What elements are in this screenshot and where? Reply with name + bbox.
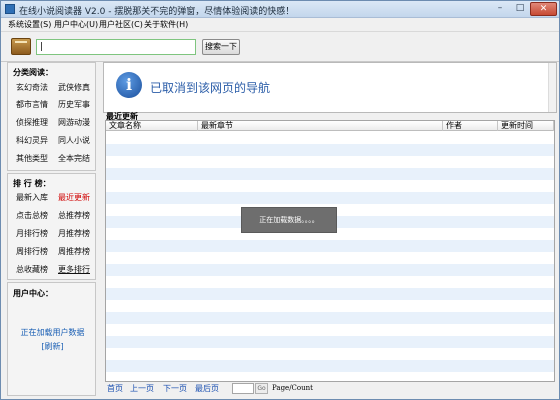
user-center-panel: 用户中心： 正在加载用户数据 [刷新] [7, 282, 96, 396]
ranking-link[interactable]: 月排行榜 [16, 228, 48, 239]
sidebar: 分类阅读： 玄幻奇法 武侠修真 都市言情 历史军事 侦探推理 网游动漫 科幻灵异… [7, 62, 96, 396]
table-row[interactable] [106, 288, 554, 300]
table-row[interactable] [106, 180, 554, 192]
table-row[interactable] [106, 156, 554, 168]
browser-panel: i 已取消到该网页的导航 [103, 62, 557, 113]
column-header-updated[interactable]: 更新时间 [498, 121, 554, 131]
category-title: 分类阅读： [13, 68, 53, 77]
ranking-link[interactable]: 周排行榜 [16, 246, 48, 257]
pagination: 首页 上一页 下一页 最后页 Go Page/Count [103, 383, 557, 396]
category-panel: 分类阅读： 玄幻奇法 武侠修真 都市言情 历史军事 侦探推理 网游动漫 科幻灵异… [7, 62, 96, 171]
page-count-label: Page/Count [272, 384, 313, 392]
title-bar: 在线小说阅读器 V2.0 - 摆脱那关不完的弹窗，尽情体验阅读的快感！ – □ … [1, 1, 559, 18]
close-button[interactable]: ✕ [530, 2, 557, 16]
prev-page-link[interactable]: 上一页 [130, 383, 154, 394]
menu-about[interactable]: 关于软件(H) [144, 19, 188, 30]
menu-user-center[interactable]: 用户中心(U) [54, 19, 98, 30]
column-header-author[interactable]: 作者 [443, 121, 498, 131]
menu-system-settings[interactable]: 系统设置(S) [8, 19, 51, 30]
loading-overlay: 正在加载数据。。。。 [241, 207, 337, 233]
table-row[interactable] [106, 264, 554, 276]
book-icon [11, 38, 31, 55]
table-row[interactable] [106, 348, 554, 360]
window-title: 在线小说阅读器 V2.0 - 摆脱那关不完的弹窗，尽情体验阅读的快感！ [19, 7, 295, 17]
table-row[interactable] [106, 132, 554, 144]
ranking-link[interactable]: 月推荐榜 [58, 228, 90, 239]
ranking-link[interactable]: 周推荐榜 [58, 246, 90, 257]
table-row[interactable] [106, 360, 554, 372]
menu-user-community[interactable]: 用户社区(C) [99, 19, 143, 30]
table-row[interactable] [106, 324, 554, 336]
menu-bar: 系统设置(S) 用户中心(U) 用户社区(C) 关于软件(H) [1, 18, 559, 30]
go-button[interactable]: Go [255, 383, 268, 394]
category-link[interactable]: 侦探推理 [16, 117, 48, 128]
ranking-panel: 排 行 榜： 最新入库 最近更新 点击总榜 总推荐榜 月排行榜 月推荐榜 周排行… [7, 173, 96, 280]
ranking-link[interactable]: 总收藏榜 [16, 264, 48, 275]
category-link[interactable]: 全本完结 [58, 153, 90, 164]
table-row[interactable] [106, 336, 554, 348]
category-link[interactable]: 同人小说 [58, 135, 90, 146]
column-header-title[interactable]: 文章名称 [106, 121, 198, 131]
user-loading-text: 正在加载用户数据 [20, 328, 85, 337]
minimize-button[interactable]: – [490, 2, 510, 16]
table-row[interactable] [106, 144, 554, 156]
page-number-input[interactable] [232, 383, 254, 394]
recent-updates-list: 文章名称 最新章节 作者 更新时间 正在加载数据。。。。 [105, 120, 555, 382]
table-row[interactable] [106, 372, 554, 381]
table-row[interactable] [106, 240, 554, 252]
user-center-title: 用户中心： [13, 289, 53, 298]
ranking-link-more[interactable]: 更多排行 [58, 264, 90, 275]
category-link[interactable]: 武侠修真 [58, 82, 90, 93]
list-rows [106, 132, 554, 381]
browser-scrollbar[interactable] [548, 63, 556, 112]
category-link[interactable]: 玄幻奇法 [16, 82, 48, 93]
main-content: i 已取消到该网页的导航 最近更新 文章名称 最新章节 作者 更新时间 正在加载… [103, 62, 557, 396]
app-window: 在线小说阅读器 V2.0 - 摆脱那关不完的弹窗，尽情体验阅读的快感！ – □ … [0, 0, 560, 400]
table-row[interactable] [106, 192, 554, 204]
ranking-link[interactable]: 点击总榜 [16, 210, 48, 221]
table-row[interactable] [106, 252, 554, 264]
navigation-cancelled-message: 已取消到该网页的导航 [150, 81, 271, 95]
next-page-link[interactable]: 下一页 [163, 383, 187, 394]
category-link[interactable]: 历史军事 [58, 99, 90, 110]
ranking-link[interactable]: 最新入库 [16, 192, 48, 203]
category-link[interactable]: 都市言情 [16, 99, 48, 110]
user-refresh-link[interactable]: [刷新] [8, 341, 97, 352]
category-link[interactable]: 其他类型 [16, 153, 48, 164]
maximize-button[interactable]: □ [510, 2, 530, 16]
last-page-link[interactable]: 最后页 [195, 383, 219, 394]
ranking-link-active[interactable]: 最近更新 [58, 192, 90, 203]
ranking-title: 排 行 榜： [13, 179, 51, 188]
category-link[interactable]: 科幻灵异 [16, 135, 48, 146]
ranking-link[interactable]: 总推荐榜 [58, 210, 90, 221]
column-header-latest-chapter[interactable]: 最新章节 [198, 121, 443, 131]
app-icon [5, 4, 15, 14]
category-link[interactable]: 网游动漫 [58, 117, 90, 128]
table-row[interactable] [106, 276, 554, 288]
search-toolbar: 搜索一下 [1, 31, 559, 62]
first-page-link[interactable]: 首页 [107, 383, 123, 394]
list-header: 文章名称 最新章节 作者 更新时间 [106, 121, 554, 131]
search-input[interactable] [36, 39, 196, 55]
table-row[interactable] [106, 312, 554, 324]
table-row[interactable] [106, 168, 554, 180]
table-row[interactable] [106, 300, 554, 312]
search-button[interactable]: 搜索一下 [202, 39, 240, 55]
info-icon: i [116, 72, 142, 98]
